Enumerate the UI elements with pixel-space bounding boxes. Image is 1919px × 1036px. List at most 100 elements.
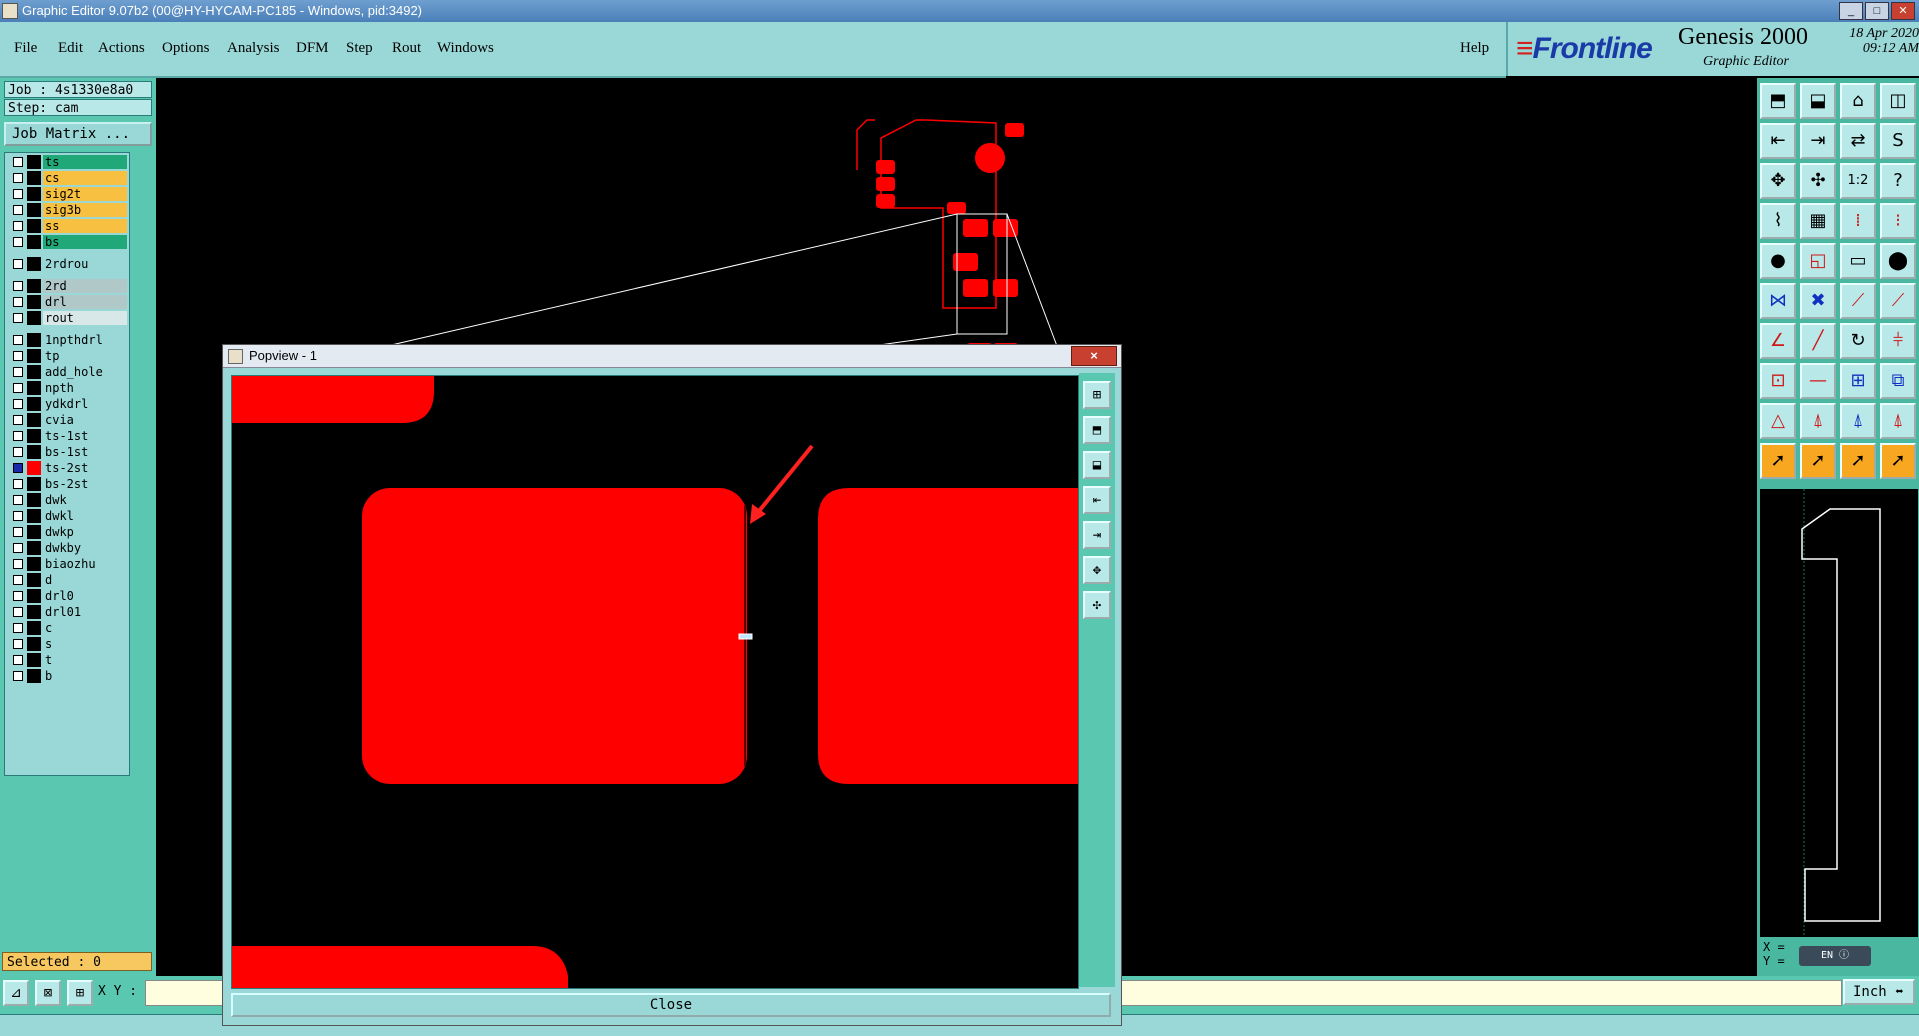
- layer-checkbox[interactable]: [13, 415, 23, 425]
- popview-fit-icon[interactable]: ✥: [1083, 556, 1111, 584]
- layer-checkbox[interactable]: [13, 173, 23, 183]
- job-matrix-button[interactable]: Job Matrix ...: [4, 122, 152, 146]
- pointer-circle-icon[interactable]: ➚: [1840, 443, 1876, 479]
- menu-step[interactable]: Step: [346, 40, 373, 57]
- menu-analysis[interactable]: Analysis: [227, 40, 280, 57]
- layer-checkbox[interactable]: [13, 463, 23, 473]
- popview-canvas[interactable]: [231, 375, 1079, 989]
- center-icon[interactable]: ✣: [1800, 163, 1836, 199]
- layer-row[interactable]: dwkp: [7, 525, 127, 539]
- angle-icon[interactable]: ∠: [1760, 323, 1796, 359]
- pattern-icon[interactable]: ⧉: [1880, 363, 1916, 399]
- fit-screen-icon[interactable]: ✥: [1760, 163, 1796, 199]
- layer-row[interactable]: cs: [7, 171, 127, 185]
- zoom-in-icon[interactable]: ⇤: [1760, 123, 1796, 159]
- layer-checkbox[interactable]: [13, 221, 23, 231]
- snap-icon[interactable]: ⌇: [1760, 203, 1796, 239]
- layer-row[interactable]: b: [7, 669, 127, 683]
- menu-dfm[interactable]: DFM: [296, 40, 329, 57]
- menu-edit[interactable]: Edit: [58, 40, 83, 57]
- layer-checkbox[interactable]: [13, 511, 23, 521]
- triangle-a-icon[interactable]: ⍋: [1800, 403, 1836, 439]
- layer-row[interactable]: ss: [7, 219, 127, 233]
- triangle-b-icon[interactable]: ⍋: [1840, 403, 1876, 439]
- menu-actions[interactable]: Actions: [98, 40, 145, 57]
- connect-icon[interactable]: ⋈: [1760, 283, 1796, 319]
- layer-row[interactable]: bs-2st: [7, 477, 127, 491]
- menu-rout[interactable]: Rout: [392, 40, 421, 57]
- menu-options[interactable]: Options: [162, 40, 210, 57]
- pointer-box-icon[interactable]: ➚: [1800, 443, 1836, 479]
- mirror-icon[interactable]: ⫩: [1880, 323, 1916, 359]
- layer-checkbox[interactable]: [13, 479, 23, 489]
- layer-checkbox[interactable]: [13, 495, 23, 505]
- layer-settings-icon[interactable]: ⁝: [1880, 203, 1916, 239]
- layer-checkbox[interactable]: [13, 367, 23, 377]
- layer-checkbox[interactable]: [13, 205, 23, 215]
- layer-checkbox[interactable]: [13, 237, 23, 247]
- layer-checkbox[interactable]: [13, 313, 23, 323]
- layer-row[interactable]: biaozhu: [7, 557, 127, 571]
- slash-icon[interactable]: ╱: [1800, 323, 1836, 359]
- layer-row[interactable]: dwkl: [7, 509, 127, 523]
- select-pointer-icon[interactable]: ➚: [1760, 443, 1796, 479]
- mini-view[interactable]: [1759, 488, 1919, 938]
- menu-help[interactable]: Help: [1460, 40, 1489, 57]
- layer-checkbox[interactable]: [13, 447, 23, 457]
- layer-row[interactable]: rout: [7, 311, 127, 325]
- rotate-icon[interactable]: ↻: [1840, 323, 1876, 359]
- zoom-out-icon[interactable]: ⇥: [1800, 123, 1836, 159]
- measure-icon[interactable]: ▭: [1840, 243, 1876, 279]
- redraw-icon[interactable]: S: [1880, 123, 1916, 159]
- layer-checkbox[interactable]: [13, 671, 23, 681]
- layer-row[interactable]: tp: [7, 349, 127, 363]
- layer-row[interactable]: drl01: [7, 605, 127, 619]
- layer-row[interactable]: cvia: [7, 413, 127, 427]
- add-pad-icon[interactable]: ●: [1760, 243, 1796, 279]
- popview-down-icon[interactable]: ⬓: [1083, 451, 1111, 479]
- open-step-icon[interactable]: ⬒: [1760, 83, 1796, 119]
- layer-row[interactable]: 2rdrou: [7, 257, 127, 271]
- popview-close-button[interactable]: Close: [231, 993, 1111, 1017]
- save-icon[interactable]: ⬓: [1800, 83, 1836, 119]
- help-icon[interactable]: ?: [1880, 163, 1916, 199]
- layer-row[interactable]: dwkby: [7, 541, 127, 555]
- triangle-icon[interactable]: △: [1760, 403, 1796, 439]
- menu-file[interactable]: File: [14, 40, 37, 57]
- layer-row[interactable]: sig3b: [7, 203, 127, 217]
- layer-row[interactable]: bs-1st: [7, 445, 127, 459]
- layer-row[interactable]: drl0: [7, 589, 127, 603]
- layer-row[interactable]: sig2t: [7, 187, 127, 201]
- layer-row[interactable]: dwk: [7, 493, 127, 507]
- layer-toggle-icon[interactable]: ⁞: [1840, 203, 1876, 239]
- minus-icon[interactable]: —: [1800, 363, 1836, 399]
- layer-row[interactable]: bs: [7, 235, 127, 249]
- popview-left-icon[interactable]: ⇤: [1083, 486, 1111, 514]
- layer-checkbox[interactable]: [13, 297, 23, 307]
- layer-checkbox[interactable]: [13, 351, 23, 361]
- layer-checkbox[interactable]: [13, 281, 23, 291]
- layer-row[interactable]: 2rd: [7, 279, 127, 293]
- layer-checkbox[interactable]: [13, 543, 23, 553]
- minimize-button[interactable]: _: [1839, 2, 1863, 20]
- layer-checkbox[interactable]: [13, 383, 23, 393]
- cross-icon[interactable]: ✖: [1800, 283, 1836, 319]
- layer-row[interactable]: s: [7, 637, 127, 651]
- ime-indicator[interactable]: EN ⓘ: [1799, 946, 1871, 966]
- panel-icon[interactable]: ◫: [1880, 83, 1916, 119]
- snap-mode-icon[interactable]: ⊿: [3, 980, 29, 1006]
- layer-checkbox[interactable]: [13, 607, 23, 617]
- circle-icon[interactable]: ⬤: [1880, 243, 1916, 279]
- pan-icon[interactable]: ⇄: [1840, 123, 1876, 159]
- popview-up-icon[interactable]: ⬒: [1083, 416, 1111, 444]
- layer-checkbox[interactable]: [13, 157, 23, 167]
- layer-checkbox[interactable]: [13, 575, 23, 585]
- layer-row[interactable]: npth: [7, 381, 127, 395]
- layer-checkbox[interactable]: [13, 623, 23, 633]
- layer-row[interactable]: ts-2st: [7, 461, 127, 475]
- maximize-button[interactable]: □: [1865, 2, 1889, 20]
- layer-checkbox[interactable]: [13, 189, 23, 199]
- pad-edit-icon[interactable]: ⊡: [1760, 363, 1796, 399]
- layer-row[interactable]: ts: [7, 155, 127, 169]
- grid-icon[interactable]: ▦: [1800, 203, 1836, 239]
